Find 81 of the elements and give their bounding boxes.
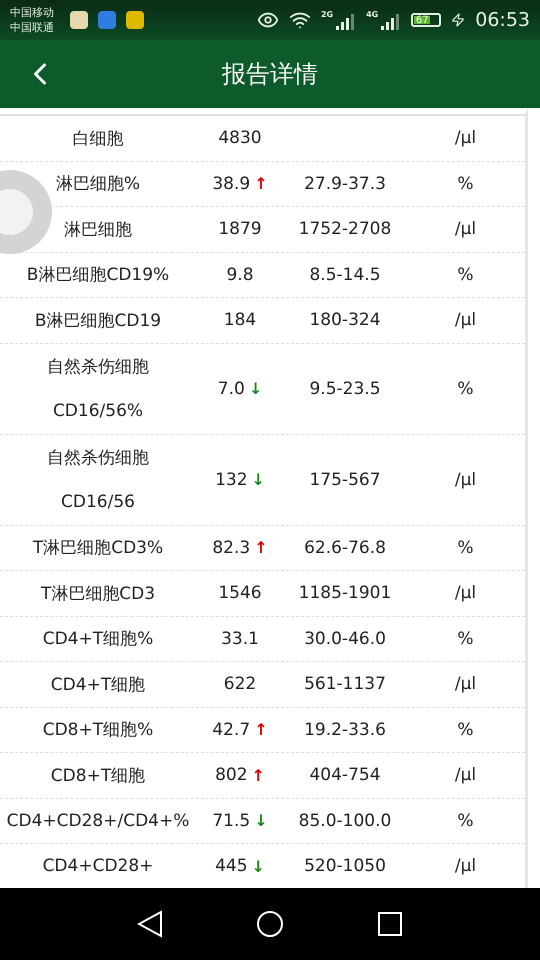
page-title: 报告详情 (222, 59, 318, 90)
flag-arrow: ↑ (252, 766, 265, 785)
carrier-name: 中国联通 (10, 20, 54, 35)
unit-label: % (456, 264, 475, 285)
result-value: 445 (215, 856, 248, 876)
home-nav-icon[interactable] (256, 910, 284, 938)
signal-icon (336, 12, 356, 30)
reference-range: 62.6-76.8 (303, 538, 387, 558)
result-value: 184 (224, 310, 256, 330)
test-name: CD4+CD28+/CD4+% (6, 810, 190, 831)
unit-label: % (456, 720, 475, 740)
reference-range: 1185-1901 (298, 583, 392, 604)
signal-icon (381, 12, 402, 30)
result-value: 38.9 (212, 174, 250, 194)
network-label: 4G (366, 10, 378, 19)
unit-label: /μl (454, 310, 478, 330)
result-value: 132 (215, 470, 248, 490)
flag-arrow: ↑ (254, 174, 268, 194)
unit-label: /μl (454, 674, 478, 694)
result-value: 7.0 (218, 378, 245, 398)
result-value: 4830 (218, 128, 262, 148)
reference-range: 561-1137 (303, 674, 387, 694)
reference-range: 180-324 (308, 310, 382, 330)
test-name: T淋巴细胞CD3% (32, 537, 164, 560)
unit-label: % (456, 174, 475, 194)
test-name: CD4+T细胞% (42, 628, 154, 650)
test-name: CD4+CD28+ (42, 856, 154, 876)
network-label: 2G (320, 10, 334, 19)
result-value: 33.1 (221, 628, 259, 649)
recents-nav-icon[interactable] (377, 911, 404, 937)
result-value: 802 (215, 765, 248, 786)
back-nav-icon[interactable] (136, 910, 163, 938)
test-name: 淋巴细胞% (54, 173, 142, 196)
carrier-name: 中国移动 (10, 5, 54, 20)
unit-label: /μl (454, 470, 478, 490)
flag-arrow: ↑ (254, 538, 268, 558)
flag-arrow: ↓ (252, 470, 265, 489)
unit-label: % (456, 538, 475, 558)
reference-range: 520-1050 (303, 856, 387, 876)
unit-label: /μl (454, 583, 478, 604)
result-value: 1546 (218, 583, 262, 604)
test-name: 自然杀伤细胞 CD16/56 (46, 446, 150, 514)
result-value: 622 (224, 674, 256, 694)
test-name: B淋巴细胞CD19% (26, 264, 170, 286)
reference-range: 19.2-33.6 (303, 720, 387, 740)
unit-label: /μl (454, 128, 478, 148)
test-name: CD4+T细胞 (50, 674, 146, 696)
flag-arrow: ↓ (248, 379, 262, 398)
flag-arrow: ↓ (252, 856, 265, 876)
test-name: CD8+T细胞% (42, 719, 154, 742)
test-name: 自然杀伤细胞 CD16/56% (46, 356, 150, 422)
reference-range: 27.9-37.3 (303, 174, 387, 194)
result-value: 9.8 (226, 264, 254, 285)
charging-icon (451, 13, 466, 27)
unit-label: /μl (454, 856, 478, 876)
reference-range: 404-754 (308, 765, 382, 786)
reference-range: 30.0-46.0 (303, 628, 387, 649)
reference-range: 9.5-23.5 (308, 378, 382, 398)
test-name: 淋巴细胞 (63, 218, 133, 241)
test-name: T淋巴细胞CD3 (40, 582, 156, 605)
reference-range: 85.0-100.0 (298, 810, 392, 831)
clock-time: 06:53 (475, 9, 530, 31)
test-name: B淋巴细胞CD19 (34, 310, 162, 332)
unit-label: % (456, 628, 475, 649)
unit-label: % (456, 810, 475, 831)
test-name: 白细胞 (72, 128, 124, 150)
test-name: CD8+T细胞 (50, 764, 146, 787)
result-value: 42.7 (212, 720, 250, 740)
reference-range: 1752-2708 (298, 219, 392, 240)
unit-label: /μl (454, 765, 478, 786)
flag-arrow: ↑ (254, 720, 268, 740)
battery-icon: 67 (411, 13, 442, 27)
app-icon (126, 11, 144, 29)
unit-label: /μl (454, 219, 478, 240)
unit-label: % (456, 378, 475, 398)
flag-arrow: ↓ (254, 811, 268, 830)
result-value: 1879 (218, 219, 262, 240)
result-value: 82.3 (212, 538, 250, 558)
reference-range: 175-567 (308, 470, 382, 490)
result-value: 71.5 (212, 810, 250, 831)
reference-range: 8.5-14.5 (308, 264, 382, 285)
